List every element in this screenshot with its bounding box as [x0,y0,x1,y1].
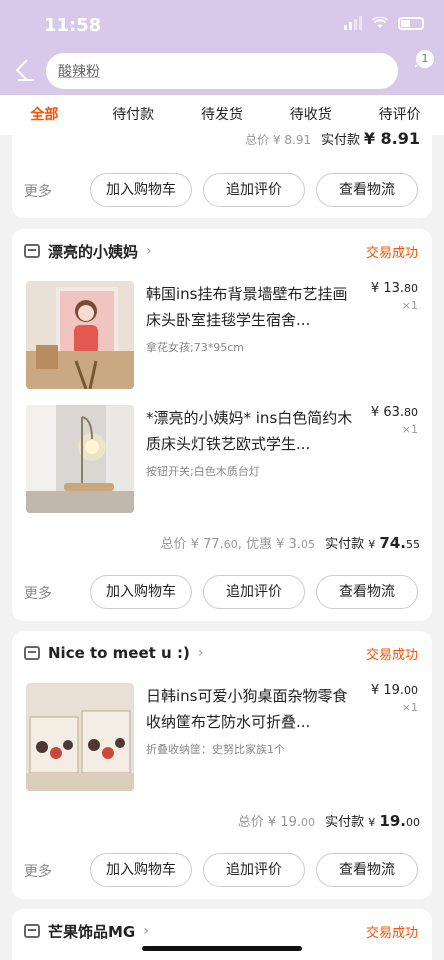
order-total: 总价 ¥ 19.00 实付款 ¥ 19.00 [237,812,420,830]
status-badge: 交易成功 [365,926,418,941]
order-item[interactable]: *漂亮的小姨妈* ins白色简约木质床头灯铁艺欧式学生... 按钮开关;白色木质… [26,405,418,513]
status-badge: 交易成功 [365,246,418,261]
order-item[interactable]: 韩国ins挂布背景墙壁布艺挂画床头卧室挂毯学生宿舍... 拿花女孩;73*95c… [26,281,418,389]
chevron-right-icon: › [146,243,152,259]
previous-order-total: 总价 ¥ 8.91 实付款 ¥ 8.91 [245,129,420,148]
add-to-cart-button[interactable]: 加入购物车 [90,853,192,887]
product-image [26,405,134,513]
product-title: 日韩ins可爱小狗桌面杂物零食收纳筐布艺防水可折叠... [146,687,348,731]
product-price: ¥ 13.80 [370,281,418,296]
order-item[interactable]: 日韩ins可爱小狗桌面杂物零食收纳筐布艺防水可折叠... 折叠收纳筐：史努比家族… [26,683,418,791]
shop-icon [24,924,40,938]
product-spec: 折叠收纳筐：史努比家族1个 [146,743,285,756]
home-indicator [142,946,302,951]
view-logistics-button[interactable]: 查看物流 [316,575,418,609]
status-badge: 交易成功 [365,648,418,663]
order-total: 总价 ¥ 77.60, 优惠 ¥ 3.05 实付款 ¥ 74.55 [160,534,421,552]
shop-icon [24,646,40,660]
product-qty: ×1 [401,701,418,714]
more-link[interactable]: 更多 [24,861,52,881]
product-qty: ×1 [401,423,418,436]
status-time: 11:58 [44,15,102,36]
header: 11:58 酸辣粉 ··· 1 [0,0,444,95]
order-actions: 更多 加入购物车 追加评价 查看物流 [12,173,432,207]
battery-icon [398,16,424,30]
shop-icon [24,244,40,258]
add-to-cart-button[interactable]: 加入购物车 [90,575,192,609]
signal-icon [344,16,362,30]
view-logistics-button[interactable]: 查看物流 [316,853,418,887]
order-actions: 更多 加入购物车 追加评价 查看物流 [12,853,432,887]
order-card: 漂亮的小姨妈 › 交易成功 韩国ins挂布背景墙壁布艺挂画床头卧室挂毯学生宿舍.… [12,229,432,621]
status-icons [344,16,424,30]
wifi-icon [372,17,388,28]
product-price: ¥ 63.80 [370,405,418,420]
chevron-right-icon: › [197,645,204,661]
add-review-button[interactable]: 追加评价 [203,173,305,207]
order-card: Nice to meet u :) › 交易成功 日韩ins可爱小狗桌面杂物零食… [12,631,432,899]
order-card: 芒果饰品MG › 交易成功 [12,909,432,960]
shop-name: Nice to meet u :) [48,644,190,662]
add-review-button[interactable]: 追加评价 [203,575,305,609]
product-qty: ×1 [401,299,418,312]
order-actions: 更多 加入购物车 追加评价 查看物流 [12,575,432,609]
more-link[interactable]: 更多 [24,583,52,603]
product-image [26,683,134,791]
product-price: ¥ 19.00 [370,683,418,698]
add-to-cart-button[interactable]: 加入购物车 [90,173,192,207]
more-link[interactable]: 更多 [24,181,52,201]
order-card-previous: 总价 ¥ 8.91 实付款 ¥ 8.91 更多 加入购物车 追加评价 查看物流 [12,125,432,218]
product-image [26,281,134,389]
product-spec: 拿花女孩;73*95cm [146,341,244,354]
back-arrow-icon[interactable] [10,57,36,83]
shop-name: 芒果饰品MG [48,922,136,941]
search-input[interactable]: 酸辣粉 [46,53,398,89]
product-title: *漂亮的小姨妈* ins白色简约木质床头灯铁艺欧式学生... [146,409,353,453]
shop-name: 漂亮的小姨妈 [48,242,139,261]
product-title: 韩国ins挂布背景墙壁布艺挂画床头卧室挂毯学生宿舍... [146,285,348,329]
chevron-right-icon: › [143,923,149,939]
product-spec: 按钮开关;白色木质台灯 [146,465,260,478]
message-badge: 1 [416,50,434,68]
view-logistics-button[interactable]: 查看物流 [316,173,418,207]
add-review-button[interactable]: 追加评价 [203,853,305,887]
